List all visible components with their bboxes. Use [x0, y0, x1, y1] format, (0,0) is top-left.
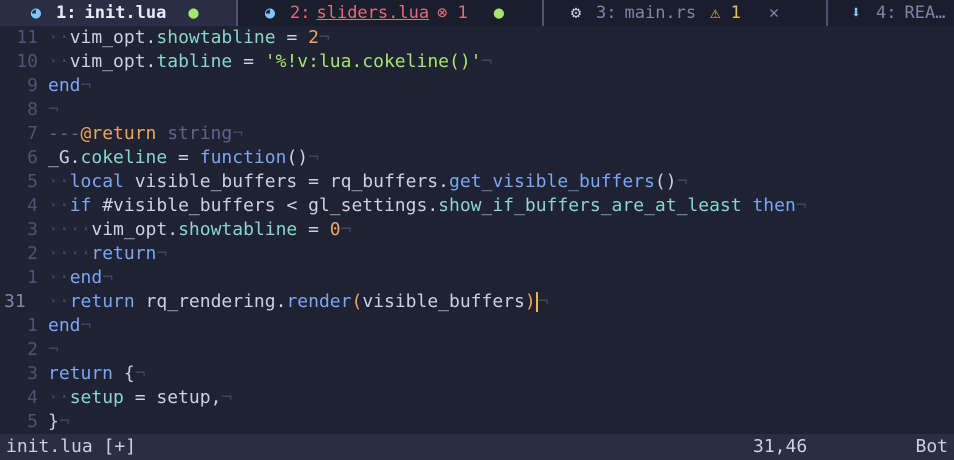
- tabline: ◕ 1: init.lua ● ◕ 2: sliders.lua ⊗ 1 ● ⚙…: [0, 0, 954, 26]
- statusline: init.lua [+] 31,46 Bot: [0, 434, 954, 460]
- code-line[interactable]: 3 return {¬: [0, 362, 954, 386]
- tab-number: 3:: [596, 3, 617, 23]
- tab-readme[interactable]: ⬇ 4: REA…: [828, 0, 954, 26]
- code-line[interactable]: 8 ¬: [0, 98, 954, 122]
- code-text: ··return rq_rendering.render(visible_buf…: [48, 291, 549, 312]
- tab-number: 1:: [56, 3, 77, 23]
- line-number: 6: [27, 147, 38, 168]
- lua-icon: ◕: [30, 3, 42, 23]
- line-number: 2: [27, 339, 38, 360]
- warning-count-badge: ⚠ 1: [710, 3, 741, 23]
- code-text: ··end¬: [48, 267, 114, 288]
- code-line[interactable]: 9 end¬: [0, 74, 954, 98]
- line-number: 11: [16, 27, 38, 48]
- code-editor[interactable]: 11 ··vim_opt.showtabline = 2¬ 10 ··vim_opt.…: [0, 26, 954, 434]
- line-number: 31: [4, 291, 26, 312]
- code-text: ··setup = setup,¬: [48, 387, 233, 408]
- code-text: ¬: [48, 339, 59, 360]
- code-line[interactable]: 4 ··setup = setup,¬: [0, 386, 954, 410]
- code-text: ····return¬: [48, 243, 168, 264]
- code-text: return {¬: [48, 363, 146, 384]
- line-number: 1: [27, 267, 38, 288]
- line-number: 3: [27, 363, 38, 384]
- line-number: 7: [27, 123, 38, 144]
- code-text: ··vim_opt.tabline = '%!v:lua.cokeline()'…: [48, 51, 493, 72]
- code-line[interactable]: 7 ---@return string¬: [0, 122, 954, 146]
- close-tab-icon[interactable]: ✕: [769, 3, 779, 23]
- line-number: 4: [27, 387, 38, 408]
- code-line[interactable]: 2 ····return¬: [0, 242, 954, 266]
- code-line[interactable]: 31 ··return rq_rendering.render(visible_b…: [0, 290, 954, 314]
- tab-sliders-lua[interactable]: ◕ 2: sliders.lua ⊗ 1 ●: [238, 0, 544, 26]
- code-line[interactable]: 4 ··if #visible_buffers < gl_settings.sho…: [0, 194, 954, 218]
- code-line[interactable]: 1 end¬: [0, 314, 954, 338]
- tab-filename: sliders.lua: [316, 3, 430, 23]
- error-count-badge: ⊗ 1: [437, 3, 468, 23]
- scroll-position: Bot: [915, 436, 948, 457]
- tab-init-lua[interactable]: ◕ 1: init.lua ●: [0, 0, 238, 26]
- rust-icon: ⚙: [570, 3, 582, 23]
- code-text: ---@return string¬: [48, 123, 244, 144]
- line-number: 9: [27, 75, 38, 96]
- code-text: }¬: [48, 411, 70, 432]
- line-number: 4: [27, 195, 38, 216]
- tab-number: 4:: [876, 3, 897, 23]
- code-text: end¬: [48, 315, 92, 336]
- code-line[interactable]: 3 ····vim_opt.showtabline = 0¬: [0, 218, 954, 242]
- line-number: 8: [27, 99, 38, 120]
- line-number: 5: [27, 411, 38, 432]
- code-line[interactable]: 2 ¬: [0, 338, 954, 362]
- line-number: 5: [27, 171, 38, 192]
- code-text: ····vim_opt.showtabline = 0¬: [48, 219, 352, 240]
- code-line[interactable]: 11 ··vim_opt.showtabline = 2¬: [0, 26, 954, 50]
- code-line[interactable]: 6 _G.cokeline = function()¬: [0, 146, 954, 170]
- modified-dot-icon: ●: [493, 3, 505, 23]
- tab-filename: main.rs: [624, 3, 697, 23]
- line-number: 10: [16, 51, 38, 72]
- line-number: 1: [27, 315, 38, 336]
- code-line[interactable]: 1 ··end¬: [0, 266, 954, 290]
- line-number: 3: [27, 219, 38, 240]
- code-text: ··local visible_buffers = rq_buffers.get…: [48, 171, 688, 192]
- code-text: ··vim_opt.showtabline = 2¬: [48, 27, 330, 48]
- code-text: ··if #visible_buffers < gl_settings.show…: [48, 195, 807, 216]
- modified-dot-icon: ●: [188, 3, 199, 23]
- tab-number: 2:: [290, 3, 311, 23]
- code-line[interactable]: 10 ··vim_opt.tabline = '%!v:lua.cokeline(…: [0, 50, 954, 74]
- code-line[interactable]: 5 }¬: [0, 410, 954, 434]
- status-filename: init.lua [+]: [6, 436, 137, 457]
- tab-filename: REA…: [904, 3, 946, 23]
- code-text: ¬: [48, 99, 59, 120]
- tab-filename: init.lua: [84, 3, 167, 23]
- code-line[interactable]: 5 ··local visible_buffers = rq_buffers.ge…: [0, 170, 954, 194]
- lua-icon: ◕: [264, 3, 276, 23]
- download-icon: ⬇: [850, 3, 862, 23]
- code-text: end¬: [48, 75, 92, 96]
- code-text: _G.cokeline = function()¬: [48, 147, 319, 168]
- tab-main-rs[interactable]: ⚙ 3: main.rs ⚠ 1 ✕: [544, 0, 828, 26]
- line-number: 2: [27, 243, 38, 264]
- cursor-position: 31,46: [753, 436, 808, 457]
